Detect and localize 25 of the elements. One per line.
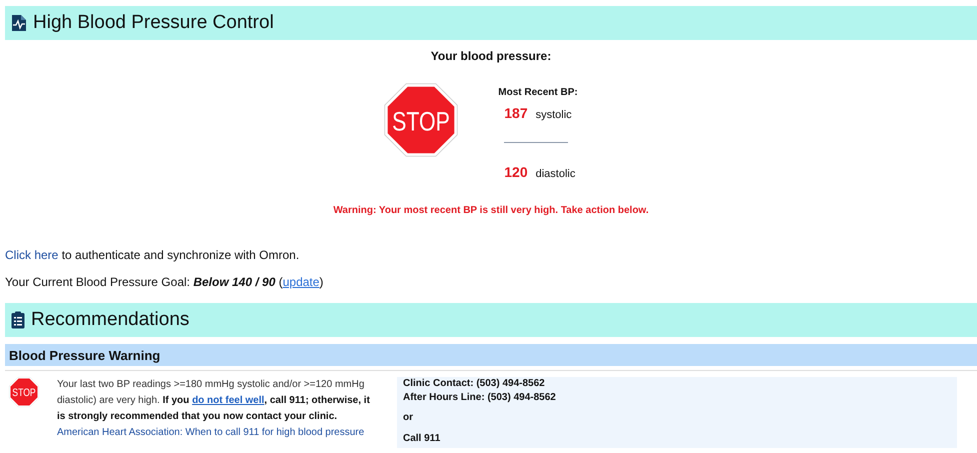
section-header: Blood Pressure Warning <box>5 344 977 366</box>
sync-sentence: Click here to authenticate and synchronize with Omron. <box>5 248 300 262</box>
warning-text: Your last two BP readings >=180 mmHg systolic and/or >=120 mmHg diastolic) are very high. If you do not feel well, call 911; otherwise, it is strongly recommended that you now contact your clinic. <box>57 378 371 424</box>
warning-message: Warning: Your most recent BP is still very high. Take action below. <box>332 205 650 216</box>
page-title: High Blood Pressure Control <box>33 12 274 34</box>
stop-sign-icon: STOP <box>384 83 458 157</box>
contact-line: or <box>403 411 414 425</box>
update-link[interactable]: update <box>282 275 320 289</box>
blood-pressure-heading: Your blood pressure: <box>430 49 552 63</box>
contact-line: After Hours Line: (503) 494-8562 <box>403 391 557 405</box>
stop-sign-icon: STOP <box>9 377 39 407</box>
contact-line: Clinic Contact: (503) 494-8562 <box>403 377 546 391</box>
diastolic-label: diastolic <box>536 168 576 180</box>
recommendations-title: Recommendations <box>31 309 190 331</box>
goal-sentence: Your Current Blood Pressure Goal: Below 140 / 90 (update) <box>5 275 324 289</box>
file-chart-icon <box>11 14 27 32</box>
systolic-value: 187 <box>504 105 528 121</box>
aha-link[interactable]: American Heart Association: When to call 911 for high blood pressure <box>57 427 364 438</box>
click-here-link[interactable]: Click here <box>5 248 58 262</box>
clipboard-icon <box>11 311 25 329</box>
most-recent-label: Most Recent BP: <box>498 87 578 98</box>
not-feel-well-link[interactable]: do not feel well <box>192 395 264 406</box>
systolic-label: systolic <box>536 109 572 121</box>
diastolic-value: 120 <box>504 164 528 180</box>
contact-line: Call 911 <box>403 432 442 446</box>
